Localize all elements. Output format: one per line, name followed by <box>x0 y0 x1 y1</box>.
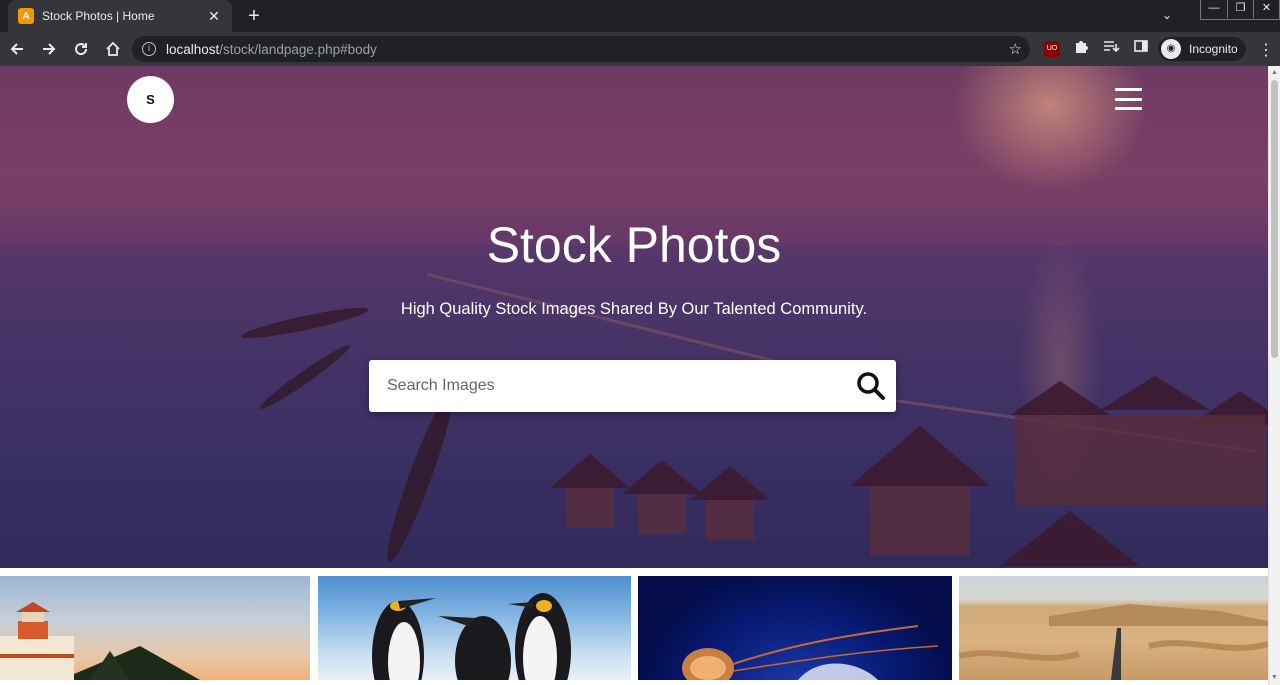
site-info-icon[interactable]: i <box>142 42 156 56</box>
photo-lighthouse[interactable] <box>0 576 310 680</box>
ublock-extension-icon[interactable]: UO <box>1044 41 1060 57</box>
reload-button[interactable] <box>66 34 96 64</box>
search-input[interactable] <box>369 360 846 412</box>
site-logo[interactable]: S <box>127 76 174 123</box>
back-button[interactable] <box>2 34 32 64</box>
home-button[interactable] <box>98 34 128 64</box>
background-hut <box>550 454 630 488</box>
search-icon <box>857 372 885 400</box>
scrollbar-thumb[interactable] <box>1271 80 1278 358</box>
minimize-button[interactable]: — <box>1201 0 1227 18</box>
incognito-badge[interactable]: ◉ Incognito <box>1158 37 1246 61</box>
url-path: /stock/landpage.php#body <box>219 41 377 57</box>
background-resort-buildings <box>1015 415 1265 505</box>
background-hut-base <box>638 494 686 534</box>
browser-menu-icon[interactable]: ⋮ <box>1258 40 1274 60</box>
photo-gallery <box>0 576 1268 685</box>
hero-title: Stock Photos <box>486 217 782 273</box>
background-hut-base <box>870 486 970 556</box>
browser-tab-strip: A Stock Photos | Home ✕ + ⌄ — ❐ ✕ <box>0 0 1280 32</box>
browser-toolbar: i localhost/stock/landpage.php#body ☆ UO… <box>0 32 1280 66</box>
forward-button[interactable] <box>34 34 64 64</box>
side-panel-icon[interactable] <box>1133 38 1149 57</box>
hero-section: S Stock Photos High Quality Stock Images… <box>0 66 1268 568</box>
tab-title: Stock Photos | Home <box>42 9 155 23</box>
extensions-puzzle-icon[interactable] <box>1073 38 1089 57</box>
address-bar[interactable]: i localhost/stock/landpage.php#body ☆ <box>132 36 1030 62</box>
url-host: localhost <box>166 41 220 57</box>
search-button[interactable] <box>846 360 896 412</box>
reading-list-icon[interactable] <box>1102 38 1120 57</box>
background-hut-base <box>566 488 614 528</box>
hamburger-menu-icon[interactable] <box>1115 88 1142 110</box>
page-scrollbar[interactable]: ▲ ▼ <box>1268 66 1280 685</box>
site-favicon-icon: A <box>18 8 34 24</box>
incognito-icon: ◉ <box>1161 39 1181 59</box>
page-viewport: S Stock Photos High Quality Stock Images… <box>0 66 1268 685</box>
search-bar <box>369 360 896 412</box>
bookmark-star-icon[interactable]: ☆ <box>1009 40 1022 58</box>
background-hut <box>690 466 770 500</box>
incognito-label: Incognito <box>1189 42 1238 56</box>
background-hut <box>1010 381 1110 415</box>
browser-tab[interactable]: A Stock Photos | Home ✕ <box>8 0 232 32</box>
restore-button[interactable]: ❐ <box>1227 0 1253 18</box>
background-hut <box>850 426 990 486</box>
new-tab-button[interactable]: + <box>244 6 264 26</box>
close-tab-icon[interactable]: ✕ <box>206 8 222 25</box>
scroll-down-arrow-icon[interactable]: ▼ <box>1269 671 1280 685</box>
hero-subtitle: High Quality Stock Images Shared By Our … <box>400 300 868 318</box>
window-close-button[interactable]: ✕ <box>1253 0 1279 18</box>
photo-desert-road[interactable] <box>959 576 1268 680</box>
background-hut-base <box>706 500 754 540</box>
window-controls: — ❐ ✕ <box>1200 0 1280 20</box>
tab-search-chevron-icon[interactable]: ⌄ <box>1162 8 1172 22</box>
scroll-up-arrow-icon[interactable]: ▲ <box>1269 66 1280 80</box>
photo-penguins[interactable] <box>318 576 631 680</box>
photo-jellyfish[interactable] <box>638 576 952 680</box>
background-hut <box>1000 511 1140 566</box>
